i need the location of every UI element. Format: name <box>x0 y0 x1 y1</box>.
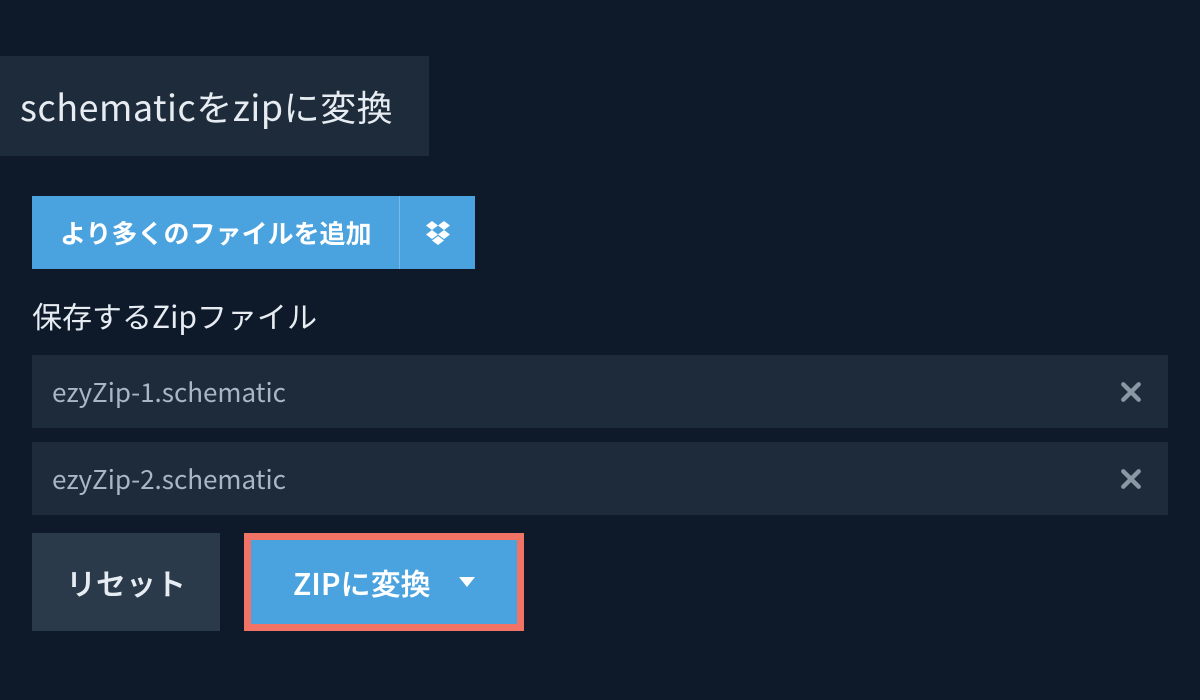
reset-button[interactable]: リセット <box>32 533 220 631</box>
zip-file-section-label: 保存するZipファイル <box>32 293 1168 337</box>
dropbox-icon <box>423 218 453 248</box>
file-row: ezyZip-1.schematic <box>32 355 1168 428</box>
add-more-row: より多くのファイルを追加 <box>32 196 1168 269</box>
close-icon <box>1120 381 1142 403</box>
add-more-files-button[interactable]: より多くのファイルを追加 <box>32 196 399 269</box>
reset-button-label: リセット <box>66 560 186 604</box>
close-icon <box>1120 468 1142 490</box>
action-row: リセット ZIPに変換 <box>32 533 1168 631</box>
dropbox-button[interactable] <box>399 196 475 269</box>
file-row: ezyZip-2.schematic <box>32 442 1168 515</box>
file-name: ezyZip-1.schematic <box>52 373 286 410</box>
convert-button-highlight: ZIPに変換 <box>244 533 524 631</box>
page-title: schematicをzipに変換 <box>20 80 393 132</box>
top-spacer <box>0 0 1200 56</box>
remove-file-button[interactable] <box>1114 462 1148 496</box>
convert-button-label: ZIPに変換 <box>293 560 431 604</box>
convert-to-zip-button[interactable]: ZIPに変換 <box>251 540 517 624</box>
file-name: ezyZip-2.schematic <box>52 460 286 497</box>
title-bar: schematicをzipに変換 <box>0 56 429 156</box>
add-more-files-label: より多くのファイルを追加 <box>60 214 371 251</box>
remove-file-button[interactable] <box>1114 375 1148 409</box>
file-list: ezyZip-1.schematic ezyZip-2.schematic <box>32 355 1168 515</box>
content-area: より多くのファイルを追加 保存するZipファイル ezyZip-1.schema… <box>0 156 1200 631</box>
chevron-down-icon <box>459 577 475 587</box>
